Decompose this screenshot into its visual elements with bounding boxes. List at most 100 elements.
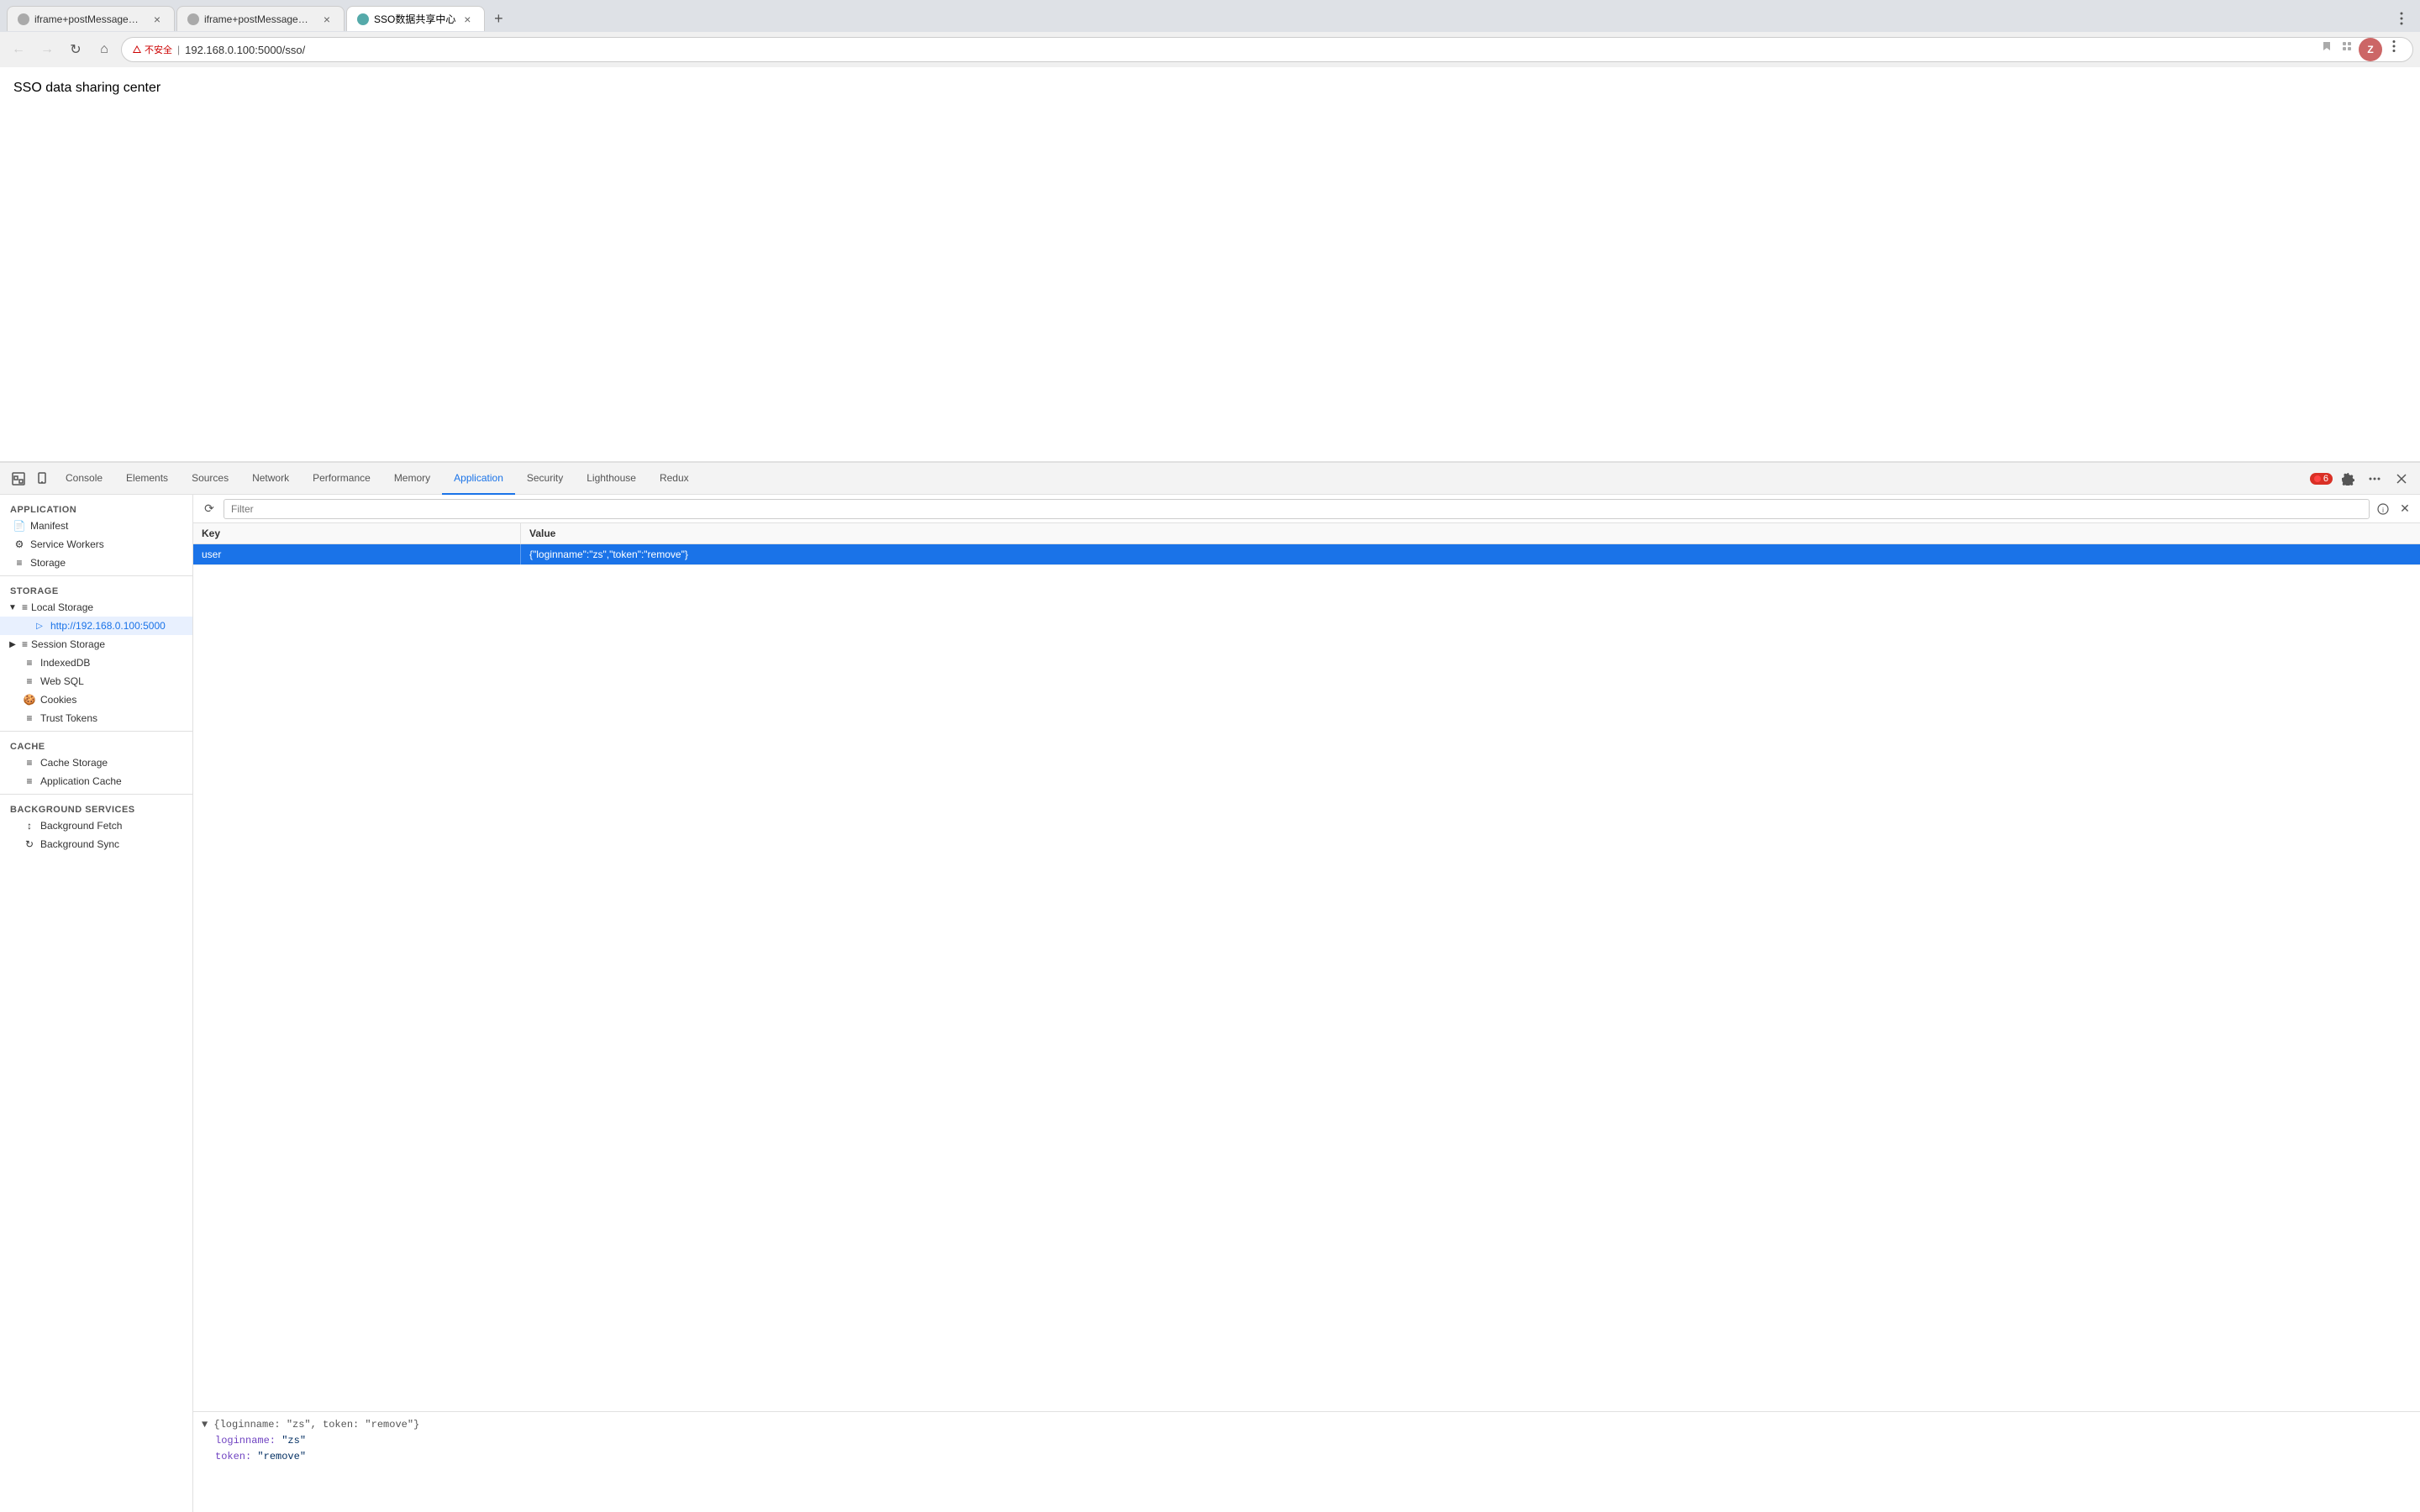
sidebar-item-local-storage-url[interactable]: ▷ http://192.168.0.100:5000 [0, 617, 192, 635]
tab-favicon-1 [18, 13, 29, 25]
sidebar-divider-2 [0, 731, 192, 732]
tab-favicon-3 [357, 13, 369, 25]
tab-lighthouse[interactable]: Lighthouse [575, 463, 648, 495]
chrome-dots-menu[interactable] [2386, 38, 2402, 55]
svg-text:i: i [2382, 507, 2384, 514]
indexeddb-icon: ≡ [24, 657, 35, 669]
tab-bar: iframe+postMessage跨域通信... × iframe+postM… [0, 0, 2420, 32]
devtools-device-icon[interactable] [30, 467, 54, 491]
tab-title-3: SSO数据共享中心 [374, 12, 455, 26]
preview-collapse-line[interactable]: ▼ {loginname: "zs", token: "remove"} [202, 1417, 2412, 1433]
new-tab-button[interactable]: + [487, 7, 510, 30]
sidebar-item-manifest[interactable]: 📄 Manifest [0, 517, 192, 535]
bg-fetch-icon: ↕ [24, 820, 35, 832]
devtools-body: Application 📄 Manifest ⚙ Service Workers… [0, 495, 2420, 1512]
storage-table: Key Value user {"loginname":"zs","token"… [193, 523, 2420, 1411]
tab-close-3[interactable]: × [460, 13, 474, 26]
local-storage-url-icon: ▷ [34, 620, 45, 632]
sidebar-item-trust-tokens[interactable]: ≡ Trust Tokens [0, 709, 192, 727]
tab-close-2[interactable]: × [320, 13, 334, 26]
filter-clear-button[interactable]: ✕ [2396, 501, 2413, 517]
error-dot [2314, 475, 2321, 482]
sidebar-item-bg-fetch[interactable]: ↕ Background Fetch [0, 816, 192, 835]
tab-console[interactable]: Console [54, 463, 114, 495]
service-workers-label: Service Workers [30, 538, 104, 550]
error-count: 6 [2323, 474, 2328, 484]
filter-input[interactable] [224, 499, 2370, 519]
table-body: user {"loginname":"zs","token":"remove"} [193, 544, 2420, 1411]
tab-favicon-2 [187, 13, 199, 25]
preview-loginname-key: loginname: [215, 1435, 276, 1446]
devtools-close-icon[interactable] [2390, 467, 2413, 491]
devtools-more-icon[interactable] [2363, 467, 2386, 491]
bookmark-icon[interactable] [2318, 38, 2335, 55]
browser-tab-2[interactable]: iframe+postMessage跨域通信... × [176, 6, 345, 31]
sidebar-divider-1 [0, 575, 192, 576]
tab-memory[interactable]: Memory [382, 463, 442, 495]
browser-chrome: iframe+postMessage跨域通信... × iframe+postM… [0, 0, 2420, 67]
storage-label: Storage [30, 557, 66, 569]
address-icons: Z [2318, 38, 2402, 61]
cache-section-label: Cache [0, 735, 192, 753]
home-button[interactable]: ⌂ [92, 38, 116, 61]
devtools-settings-icon[interactable] [2336, 467, 2360, 491]
tab-sources[interactable]: Sources [180, 463, 240, 495]
tab-redux[interactable]: Redux [648, 463, 701, 495]
address-input-wrap[interactable]: 不安全 | 192.168.0.100:5000/sso/ Z [121, 37, 2413, 62]
devtools-inspect-icon[interactable] [7, 467, 30, 491]
sidebar-item-cookies[interactable]: 🍪 Cookies [0, 690, 192, 709]
sidebar-item-session-storage[interactable]: ▶ ≡ Session Storage [0, 635, 192, 654]
tab-application[interactable]: Application [442, 463, 515, 495]
filter-refresh-button[interactable]: ⟳ [200, 500, 218, 518]
bg-sync-label: Background Sync [40, 838, 119, 850]
extensions-icon[interactable] [2338, 38, 2355, 55]
sidebar-item-web-sql[interactable]: ≡ Web SQL [0, 672, 192, 690]
table-cell-key: user [193, 544, 521, 564]
forward-button[interactable]: → [35, 38, 59, 61]
sidebar-item-storage[interactable]: ≡ Storage [0, 554, 192, 572]
tab-performance[interactable]: Performance [301, 463, 382, 495]
table-header: Key Value [193, 523, 2420, 544]
tab-network[interactable]: Network [240, 463, 301, 495]
sidebar-item-bg-sync[interactable]: ↻ Background Sync [0, 835, 192, 853]
filter-info-icon[interactable]: i [2375, 501, 2391, 517]
trust-tokens-label: Trust Tokens [40, 712, 97, 724]
local-storage-arrow: ▼ [7, 603, 18, 612]
table-row[interactable]: user {"loginname":"zs","token":"remove"} [193, 544, 2420, 565]
security-warning: 不安全 [132, 43, 172, 56]
manifest-icon: 📄 [13, 520, 25, 532]
cookies-icon: 🍪 [24, 694, 35, 706]
browser-tab-1[interactable]: iframe+postMessage跨域通信... × [7, 6, 175, 31]
manifest-label: Manifest [30, 520, 68, 532]
tab-elements[interactable]: Elements [114, 463, 180, 495]
preview-collapse-arrow[interactable]: ▼ {loginname: "zs", token: "remove"} [202, 1419, 419, 1431]
devtools-sidebar: Application 📄 Manifest ⚙ Service Workers… [0, 495, 193, 1512]
session-storage-label: Session Storage [31, 638, 105, 650]
cache-storage-icon: ≡ [24, 757, 35, 769]
sidebar-item-app-cache[interactable]: ≡ Application Cache [0, 772, 192, 790]
error-badge: 6 [2310, 473, 2333, 485]
page-title: SSO data sharing center [13, 81, 160, 95]
sidebar-item-indexeddb[interactable]: ≡ IndexedDB [0, 654, 192, 672]
bg-fetch-label: Background Fetch [40, 820, 122, 832]
tab-close-1[interactable]: × [150, 13, 164, 26]
sidebar-item-local-storage[interactable]: ▼ ≡ Local Storage [0, 598, 192, 617]
tab-security[interactable]: Security [515, 463, 575, 495]
session-storage-arrow: ▶ [7, 640, 18, 649]
app-cache-label: Application Cache [40, 775, 122, 787]
chrome-menu-icon[interactable] [2390, 7, 2413, 30]
tab-title-1: iframe+postMessage跨域通信... [34, 12, 145, 26]
profile-button[interactable]: Z [2359, 38, 2382, 61]
trust-tokens-icon: ≡ [24, 712, 35, 724]
sidebar-item-service-workers[interactable]: ⚙ Service Workers [0, 535, 192, 554]
browser-tab-3[interactable]: SSO数据共享中心 × [346, 6, 485, 31]
devtools-toolbar: Console Elements Sources Network Perform… [0, 463, 2420, 495]
devtools-right: 6 [2310, 467, 2413, 491]
preview-token-line: token: "remove" [202, 1449, 2412, 1465]
cookies-label: Cookies [40, 694, 76, 706]
indexeddb-label: IndexedDB [40, 657, 90, 669]
refresh-button[interactable]: ↻ [64, 38, 87, 61]
back-button[interactable]: ← [7, 38, 30, 61]
devtools-tabs: Console Elements Sources Network Perform… [54, 463, 2310, 495]
sidebar-item-cache-storage[interactable]: ≡ Cache Storage [0, 753, 192, 772]
